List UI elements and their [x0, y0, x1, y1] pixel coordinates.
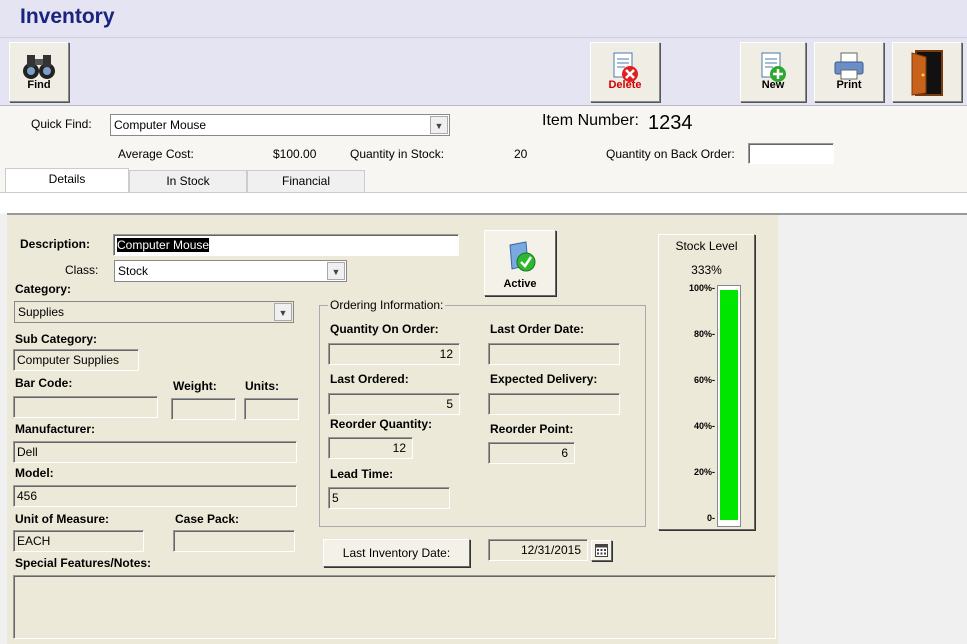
description-field[interactable]: Computer Mouse: [113, 234, 459, 256]
stock-level-title: Stock Level: [675, 239, 738, 253]
weight-field[interactable]: [171, 398, 236, 420]
category-value: Supplies: [18, 305, 65, 319]
case-pack-label: Case Pack:: [175, 512, 240, 526]
quick-find-label: Quick Find:: [31, 117, 92, 131]
last-ordered-field[interactable]: 5: [328, 393, 460, 415]
item-number-value: 1234: [648, 112, 693, 134]
class-combo[interactable]: Stock ▼: [114, 260, 347, 282]
window-title: Inventory: [20, 5, 115, 28]
stock-level-panel: Stock Level 333% 100%- 80%- 60%- 40%- 20%- 0-: [658, 234, 755, 530]
stock-level-tick: 20%-: [693, 467, 715, 477]
ordering-info-group: Ordering Information: Quantity On Order:…: [319, 298, 646, 527]
ordering-info-caption: Ordering Information:: [328, 298, 446, 312]
stock-level-percent: 333%: [691, 263, 722, 277]
reorder-qty-label: Reorder Quantity:: [330, 417, 433, 431]
new-label: New: [761, 79, 785, 91]
stock-level-tick: 0-: [706, 513, 715, 523]
quick-find-value: Computer Mouse: [114, 118, 207, 132]
binoculars-icon: [23, 55, 55, 79]
average-cost-label: Average Cost:: [118, 147, 194, 161]
active-button[interactable]: Active: [484, 230, 556, 296]
weight-label: Weight:: [173, 379, 217, 393]
expected-delivery-label: Expected Delivery:: [490, 372, 598, 386]
stock-level-tick: 80%-: [693, 329, 715, 339]
qty-in-stock-label: Quantity in Stock:: [350, 147, 445, 161]
calendar-icon: [595, 544, 608, 557]
average-cost-value: $100.00: [273, 147, 317, 161]
last-ordered-label: Last Ordered:: [330, 372, 409, 386]
notes-label: Special Features/Notes:: [15, 556, 152, 570]
last-order-date-field[interactable]: [488, 343, 620, 365]
active-check-icon: [509, 241, 536, 272]
model-field[interactable]: 456: [13, 485, 297, 507]
class-label: Class:: [65, 263, 99, 277]
expected-delivery-field[interactable]: [488, 393, 620, 415]
last-inventory-date-field[interactable]: 12/31/2015: [488, 539, 588, 561]
bar-code-field[interactable]: [13, 396, 158, 418]
manufacturer-field[interactable]: Dell: [13, 441, 297, 463]
chevron-down-icon[interactable]: ▼: [274, 303, 292, 321]
bar-code-label: Bar Code:: [15, 376, 73, 390]
description-label: Description:: [20, 237, 91, 251]
class-value: Stock: [118, 264, 149, 278]
calendar-button[interactable]: [591, 540, 612, 561]
last-order-date-label: Last Order Date:: [490, 322, 585, 336]
find-label: Find: [27, 79, 51, 91]
new-button[interactable]: New: [740, 42, 806, 102]
exit-button[interactable]: [892, 42, 962, 102]
stock-level-tick: 60%-: [693, 375, 715, 385]
category-label: Category:: [15, 282, 72, 296]
stock-level-bar: [720, 290, 738, 520]
tab-financial[interactable]: Financial: [247, 170, 365, 192]
description-value: Computer Mouse: [117, 238, 210, 252]
reorder-point-field[interactable]: 6: [488, 442, 575, 464]
qty-in-stock-value: 20: [514, 147, 528, 161]
tab-header-strip: [0, 192, 967, 213]
uom-field[interactable]: EACH: [13, 530, 144, 552]
quick-find-combo[interactable]: Computer Mouse ▼: [110, 114, 450, 136]
exit-door-icon: [911, 50, 943, 96]
delete-button[interactable]: Delete: [590, 42, 660, 102]
title-bar: Inventory: [0, 0, 967, 38]
find-button[interactable]: Find: [9, 42, 69, 102]
category-combo[interactable]: Supplies ▼: [14, 301, 294, 323]
delete-label: Delete: [608, 79, 642, 91]
stock-level-tick: 40%-: [693, 421, 715, 431]
toolbar: Find Delete New Print: [0, 38, 967, 106]
chevron-down-icon[interactable]: ▼: [430, 116, 448, 134]
notes-field[interactable]: [13, 575, 776, 639]
stock-level-tick: 100%-: [688, 283, 715, 293]
uom-label: Unit of Measure:: [15, 512, 110, 526]
manufacturer-label: Manufacturer:: [15, 422, 96, 436]
model-label: Model:: [15, 466, 54, 480]
reorder-point-label: Reorder Point:: [490, 422, 574, 436]
printer-icon: [834, 52, 864, 80]
qty-on-order-label: Quantity On Order:: [330, 322, 439, 336]
details-panel: Description: Computer Mouse Class: Stock…: [7, 213, 778, 644]
active-label: Active: [503, 278, 537, 290]
reorder-qty-field[interactable]: 12: [328, 437, 413, 459]
units-label: Units:: [245, 379, 279, 393]
lead-time-field[interactable]: 5: [328, 487, 450, 509]
case-pack-field[interactable]: [173, 530, 295, 552]
lead-time-label: Lead Time:: [330, 467, 394, 481]
item-number-label: Item Number:: [542, 112, 639, 129]
units-field[interactable]: [244, 398, 299, 420]
print-button[interactable]: Print: [814, 42, 884, 102]
sub-category-label: Sub Category:: [15, 332, 98, 346]
print-label: Print: [836, 79, 862, 91]
sub-category-field[interactable]: Computer Supplies: [13, 349, 139, 371]
right-margin: [778, 213, 967, 644]
qty-back-order-field[interactable]: [748, 143, 834, 164]
qty-back-order-label: Quantity on Back Order:: [606, 147, 735, 161]
tab-details[interactable]: Details: [5, 168, 129, 192]
last-inventory-date-button[interactable]: Last Inventory Date:: [323, 539, 470, 567]
qty-on-order-field[interactable]: 12: [328, 343, 460, 365]
tab-in-stock[interactable]: In Stock: [129, 170, 247, 192]
chevron-down-icon[interactable]: ▼: [327, 262, 345, 280]
stock-level-bar-frame: [717, 285, 741, 527]
